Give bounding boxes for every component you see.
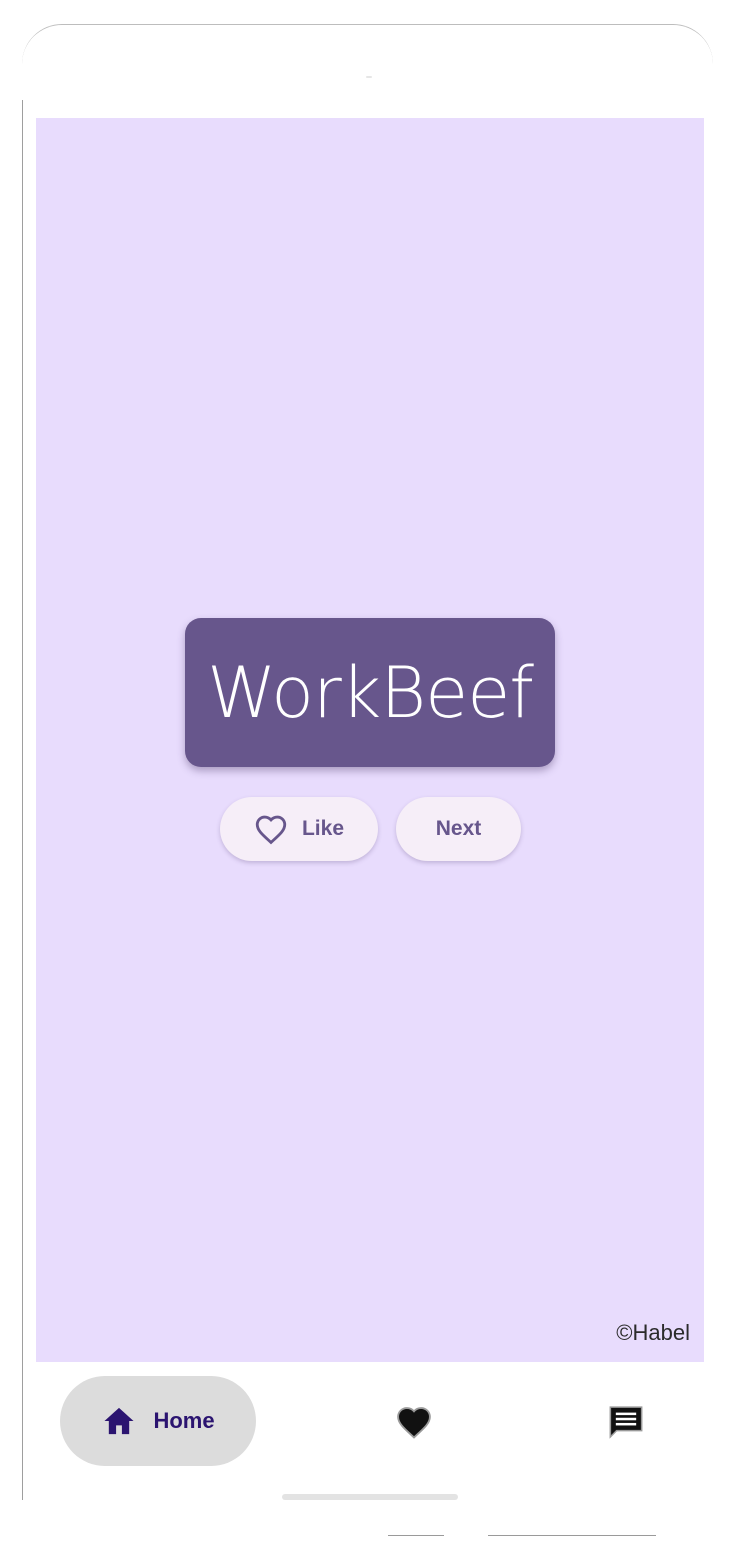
gesture-bar[interactable]	[282, 1494, 458, 1500]
heart-filled-icon	[397, 1407, 431, 1439]
copyright-text: ©Habel	[616, 1320, 690, 1345]
nav-home-label: Home	[153, 1408, 215, 1433]
next-button-label: Next	[435, 817, 482, 840]
like-button-label: Like	[301, 817, 345, 840]
heart-outline-icon	[255, 815, 287, 845]
nav-item-favorites[interactable]	[394, 1402, 434, 1442]
word-card: WorkBeef	[185, 618, 555, 767]
main-content: WorkBeef Like Next ©Habel	[36, 118, 704, 1362]
device-edge	[22, 100, 23, 1500]
next-button[interactable]: Next	[396, 797, 521, 861]
home-icon	[104, 1407, 134, 1435]
like-button[interactable]: Like	[220, 797, 378, 861]
message-icon	[609, 1406, 643, 1439]
nav-item-home[interactable]: Home	[60, 1376, 256, 1466]
device-bottom-edge	[488, 1535, 656, 1536]
bottom-navigation: Home	[36, 1362, 704, 1480]
nav-item-messages[interactable]	[606, 1402, 646, 1442]
word-card-text: WorkBeef	[207, 651, 534, 734]
device-bottom-edge	[388, 1535, 444, 1536]
camera-dot	[366, 76, 372, 78]
